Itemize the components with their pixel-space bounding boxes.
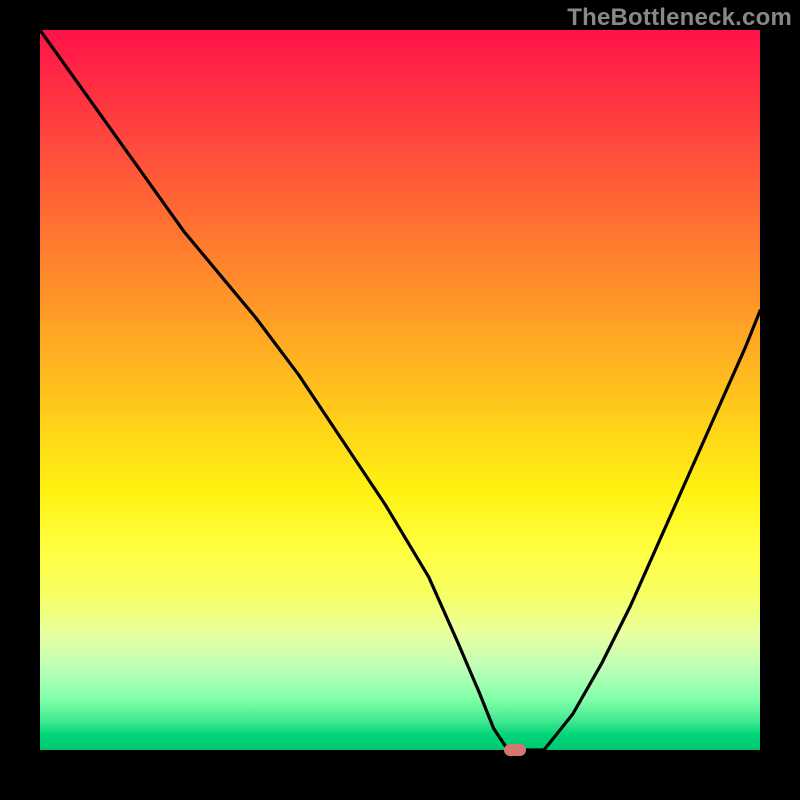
- bottleneck-curve-path: [40, 30, 760, 750]
- watermark-text: TheBottleneck.com: [567, 4, 792, 32]
- chart-container: TheBottleneck.com: [0, 0, 800, 800]
- curve-svg: [40, 30, 760, 750]
- optimal-marker: [504, 744, 526, 756]
- plot-area: [40, 30, 760, 750]
